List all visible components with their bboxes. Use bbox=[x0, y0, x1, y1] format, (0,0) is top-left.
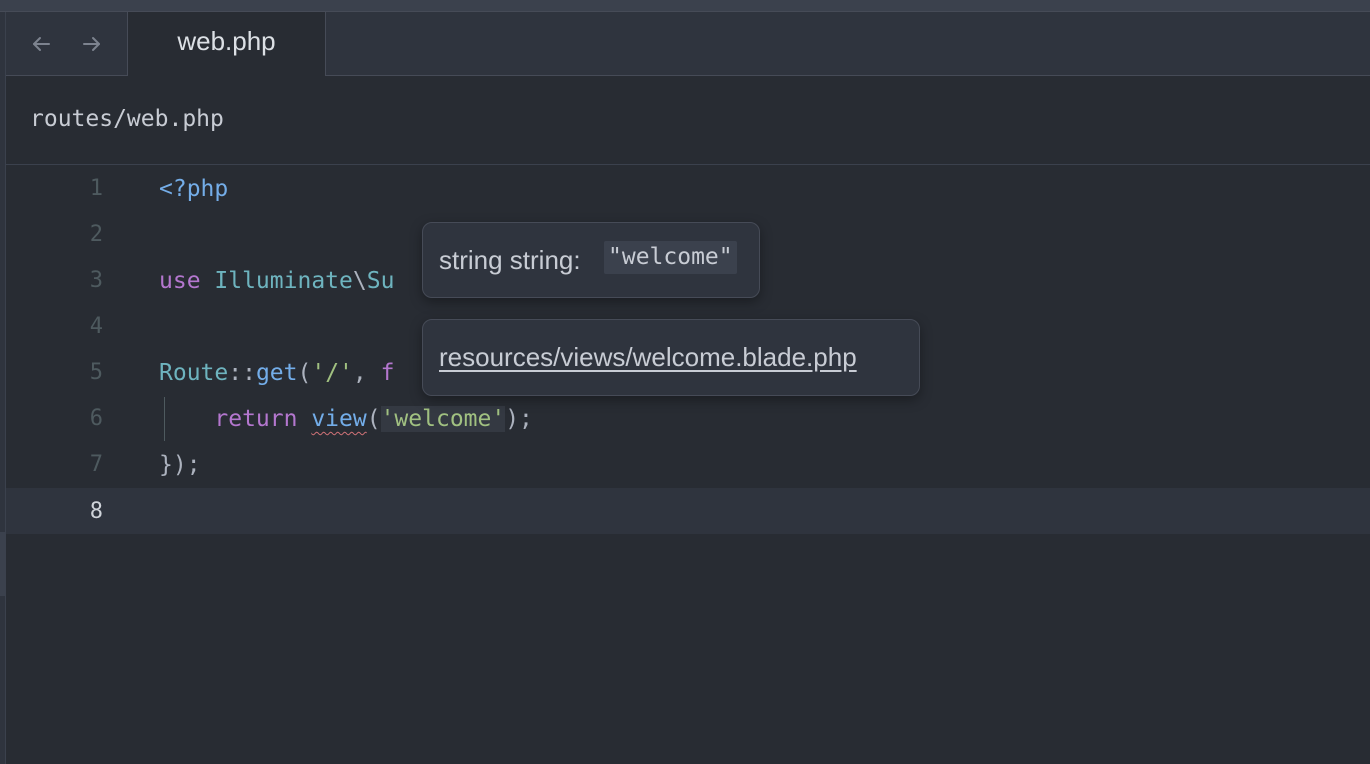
code-token: :: bbox=[228, 360, 256, 386]
code-token: f bbox=[380, 360, 395, 386]
back-button[interactable] bbox=[26, 29, 56, 59]
code-token: , bbox=[352, 360, 381, 386]
code-line[interactable]: 6 return view('welcome'); bbox=[6, 395, 1370, 441]
code-token: Su bbox=[366, 268, 395, 294]
definition-link[interactable]: resources/views/welcome.blade.php bbox=[439, 342, 857, 373]
tab-web-php[interactable]: web.php bbox=[128, 12, 326, 76]
line-number: 1 bbox=[89, 176, 103, 201]
line-code[interactable]: }); bbox=[159, 452, 201, 478]
type-hint-value: "welcome" bbox=[604, 241, 737, 274]
line-number: 4 bbox=[89, 314, 103, 339]
code-line[interactable]: 8 bbox=[6, 488, 1370, 534]
code-token: Route bbox=[159, 360, 229, 386]
line-number: 5 bbox=[89, 360, 103, 385]
line-code[interactable]: return view('welcome'); bbox=[159, 406, 533, 432]
code-token: 'welcome' bbox=[380, 406, 506, 432]
code-token: ( bbox=[366, 406, 381, 432]
type-hover-popover: string string: "welcome" bbox=[422, 222, 760, 298]
breadcrumb[interactable]: routes/web.php bbox=[30, 106, 224, 132]
code-token: ); bbox=[505, 406, 533, 432]
line-number: 7 bbox=[89, 452, 103, 477]
editor-window: web.php routes/web.php 1 <?php 2 3 use Illum… bbox=[0, 0, 1370, 764]
line-code[interactable]: <?php bbox=[159, 176, 228, 202]
code-token: get bbox=[255, 360, 298, 386]
code-token: '/' bbox=[311, 360, 353, 386]
code-token: <?php bbox=[159, 176, 229, 202]
code-line[interactable]: 7}); bbox=[6, 441, 1370, 487]
left-scroll-thumb[interactable] bbox=[0, 532, 5, 596]
title-strip bbox=[0, 0, 1370, 12]
type-hint-label: string string: bbox=[439, 245, 581, 275]
arrow-right-icon bbox=[83, 37, 100, 51]
line-number: 6 bbox=[89, 406, 103, 431]
tab-bar: web.php bbox=[6, 12, 1370, 76]
code-line[interactable]: 1 <?php bbox=[6, 165, 1370, 211]
line-code[interactable]: use Illuminate\Su bbox=[159, 268, 394, 294]
code-token: return bbox=[159, 406, 312, 432]
line-number: 2 bbox=[89, 222, 103, 247]
code-token: Illuminate bbox=[214, 268, 353, 294]
tab-label: web.php bbox=[177, 26, 276, 56]
line-number: 3 bbox=[89, 268, 103, 293]
arrow-left-icon bbox=[33, 37, 50, 51]
code-token: }); bbox=[159, 452, 201, 478]
code-token: view bbox=[311, 406, 367, 432]
definition-hover-popover: resources/views/welcome.blade.php bbox=[422, 319, 920, 396]
code-token: \ bbox=[352, 268, 367, 294]
line-code[interactable]: Route::get('/', f bbox=[159, 360, 394, 386]
line-number: 8 bbox=[89, 499, 103, 524]
breadcrumb-bar: routes/web.php bbox=[6, 76, 1370, 165]
code-token: ( bbox=[297, 360, 312, 386]
forward-button[interactable] bbox=[77, 29, 107, 59]
code-token: use bbox=[159, 268, 215, 294]
navigation-buttons bbox=[6, 12, 128, 75]
